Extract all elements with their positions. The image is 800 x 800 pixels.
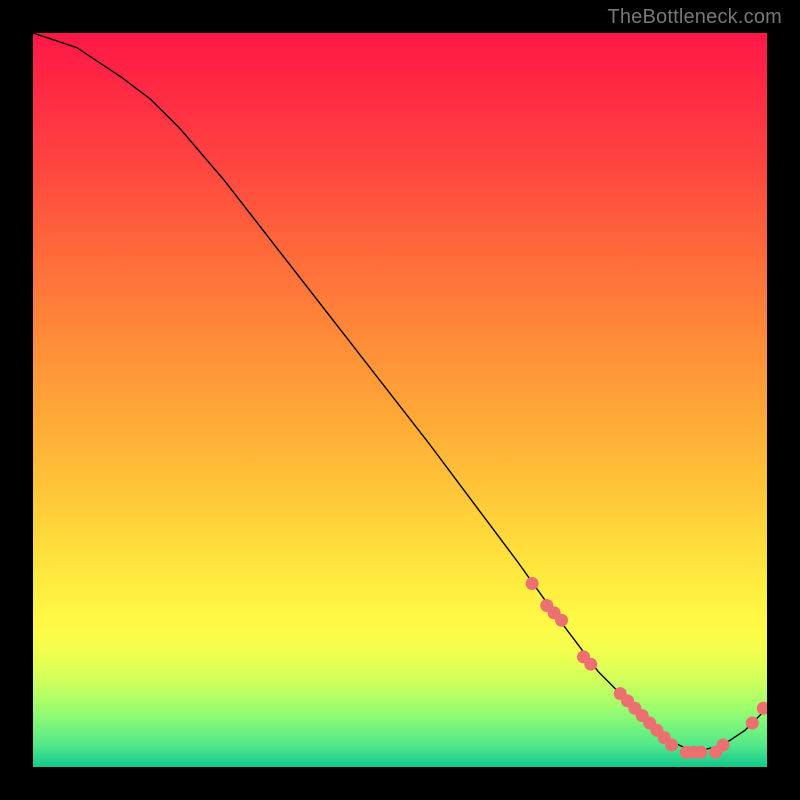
plot-area — [33, 33, 767, 767]
attribution-text: TheBottleneck.com — [607, 6, 782, 29]
chart-container: TheBottleneck.com — [0, 0, 800, 800]
